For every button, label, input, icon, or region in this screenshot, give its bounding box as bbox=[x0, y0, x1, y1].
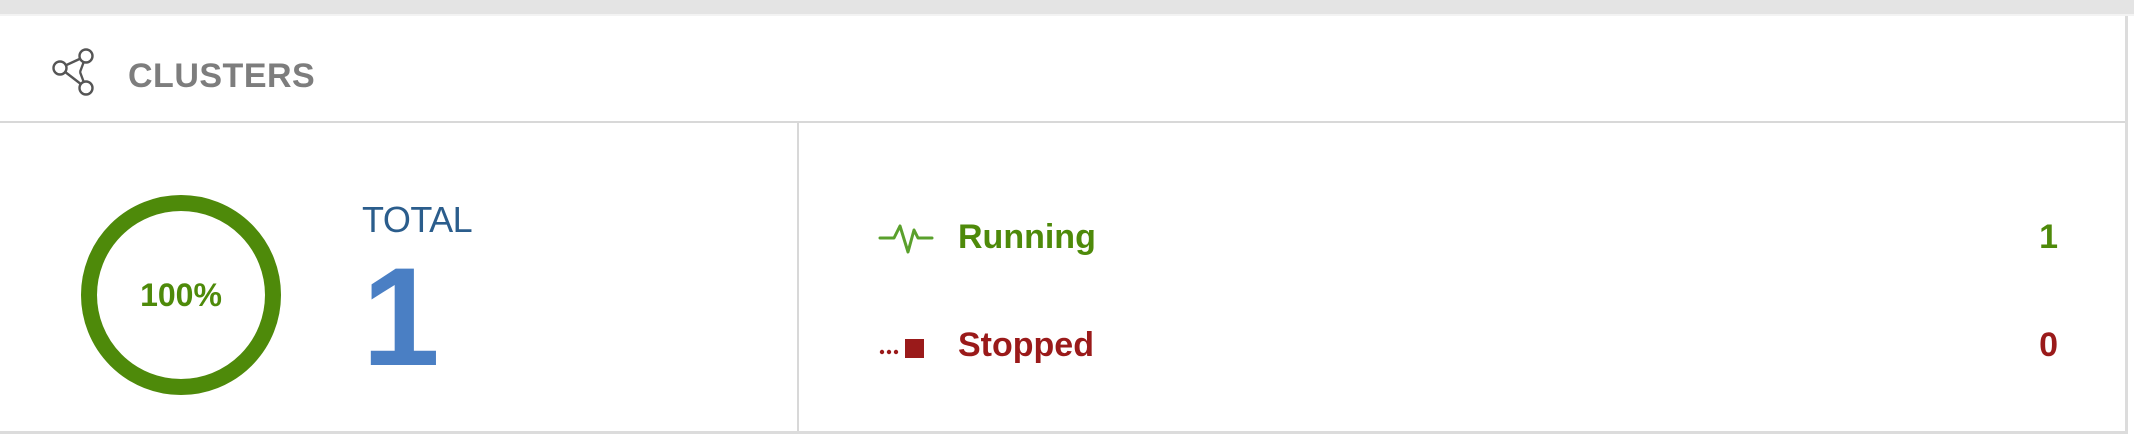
clusters-panel: CLUSTERS 100% TOTAL 1 Running 1 Stopped … bbox=[0, 16, 2128, 434]
stopped-icon bbox=[879, 339, 924, 358]
status-count-stopped: 0 bbox=[2039, 326, 2058, 364]
status-label-running: Running bbox=[958, 218, 1096, 256]
panel-header: CLUSTERS bbox=[0, 16, 2125, 123]
percent-label: 100% bbox=[140, 276, 222, 313]
status-row-stopped[interactable]: Stopped 0 bbox=[878, 320, 2058, 370]
heartbeat-icon bbox=[878, 224, 934, 254]
panel-divider bbox=[797, 123, 799, 431]
total-value: 1 bbox=[362, 238, 440, 395]
status-count-running: 1 bbox=[2039, 218, 2058, 256]
status-row-running[interactable]: Running 1 bbox=[878, 212, 2058, 262]
status-label-stopped: Stopped bbox=[958, 326, 1094, 364]
panel-title: CLUSTERS bbox=[128, 57, 316, 95]
top-strip bbox=[0, 0, 2134, 14]
total-label: TOTAL bbox=[362, 199, 473, 240]
cluster-icon bbox=[52, 48, 94, 96]
